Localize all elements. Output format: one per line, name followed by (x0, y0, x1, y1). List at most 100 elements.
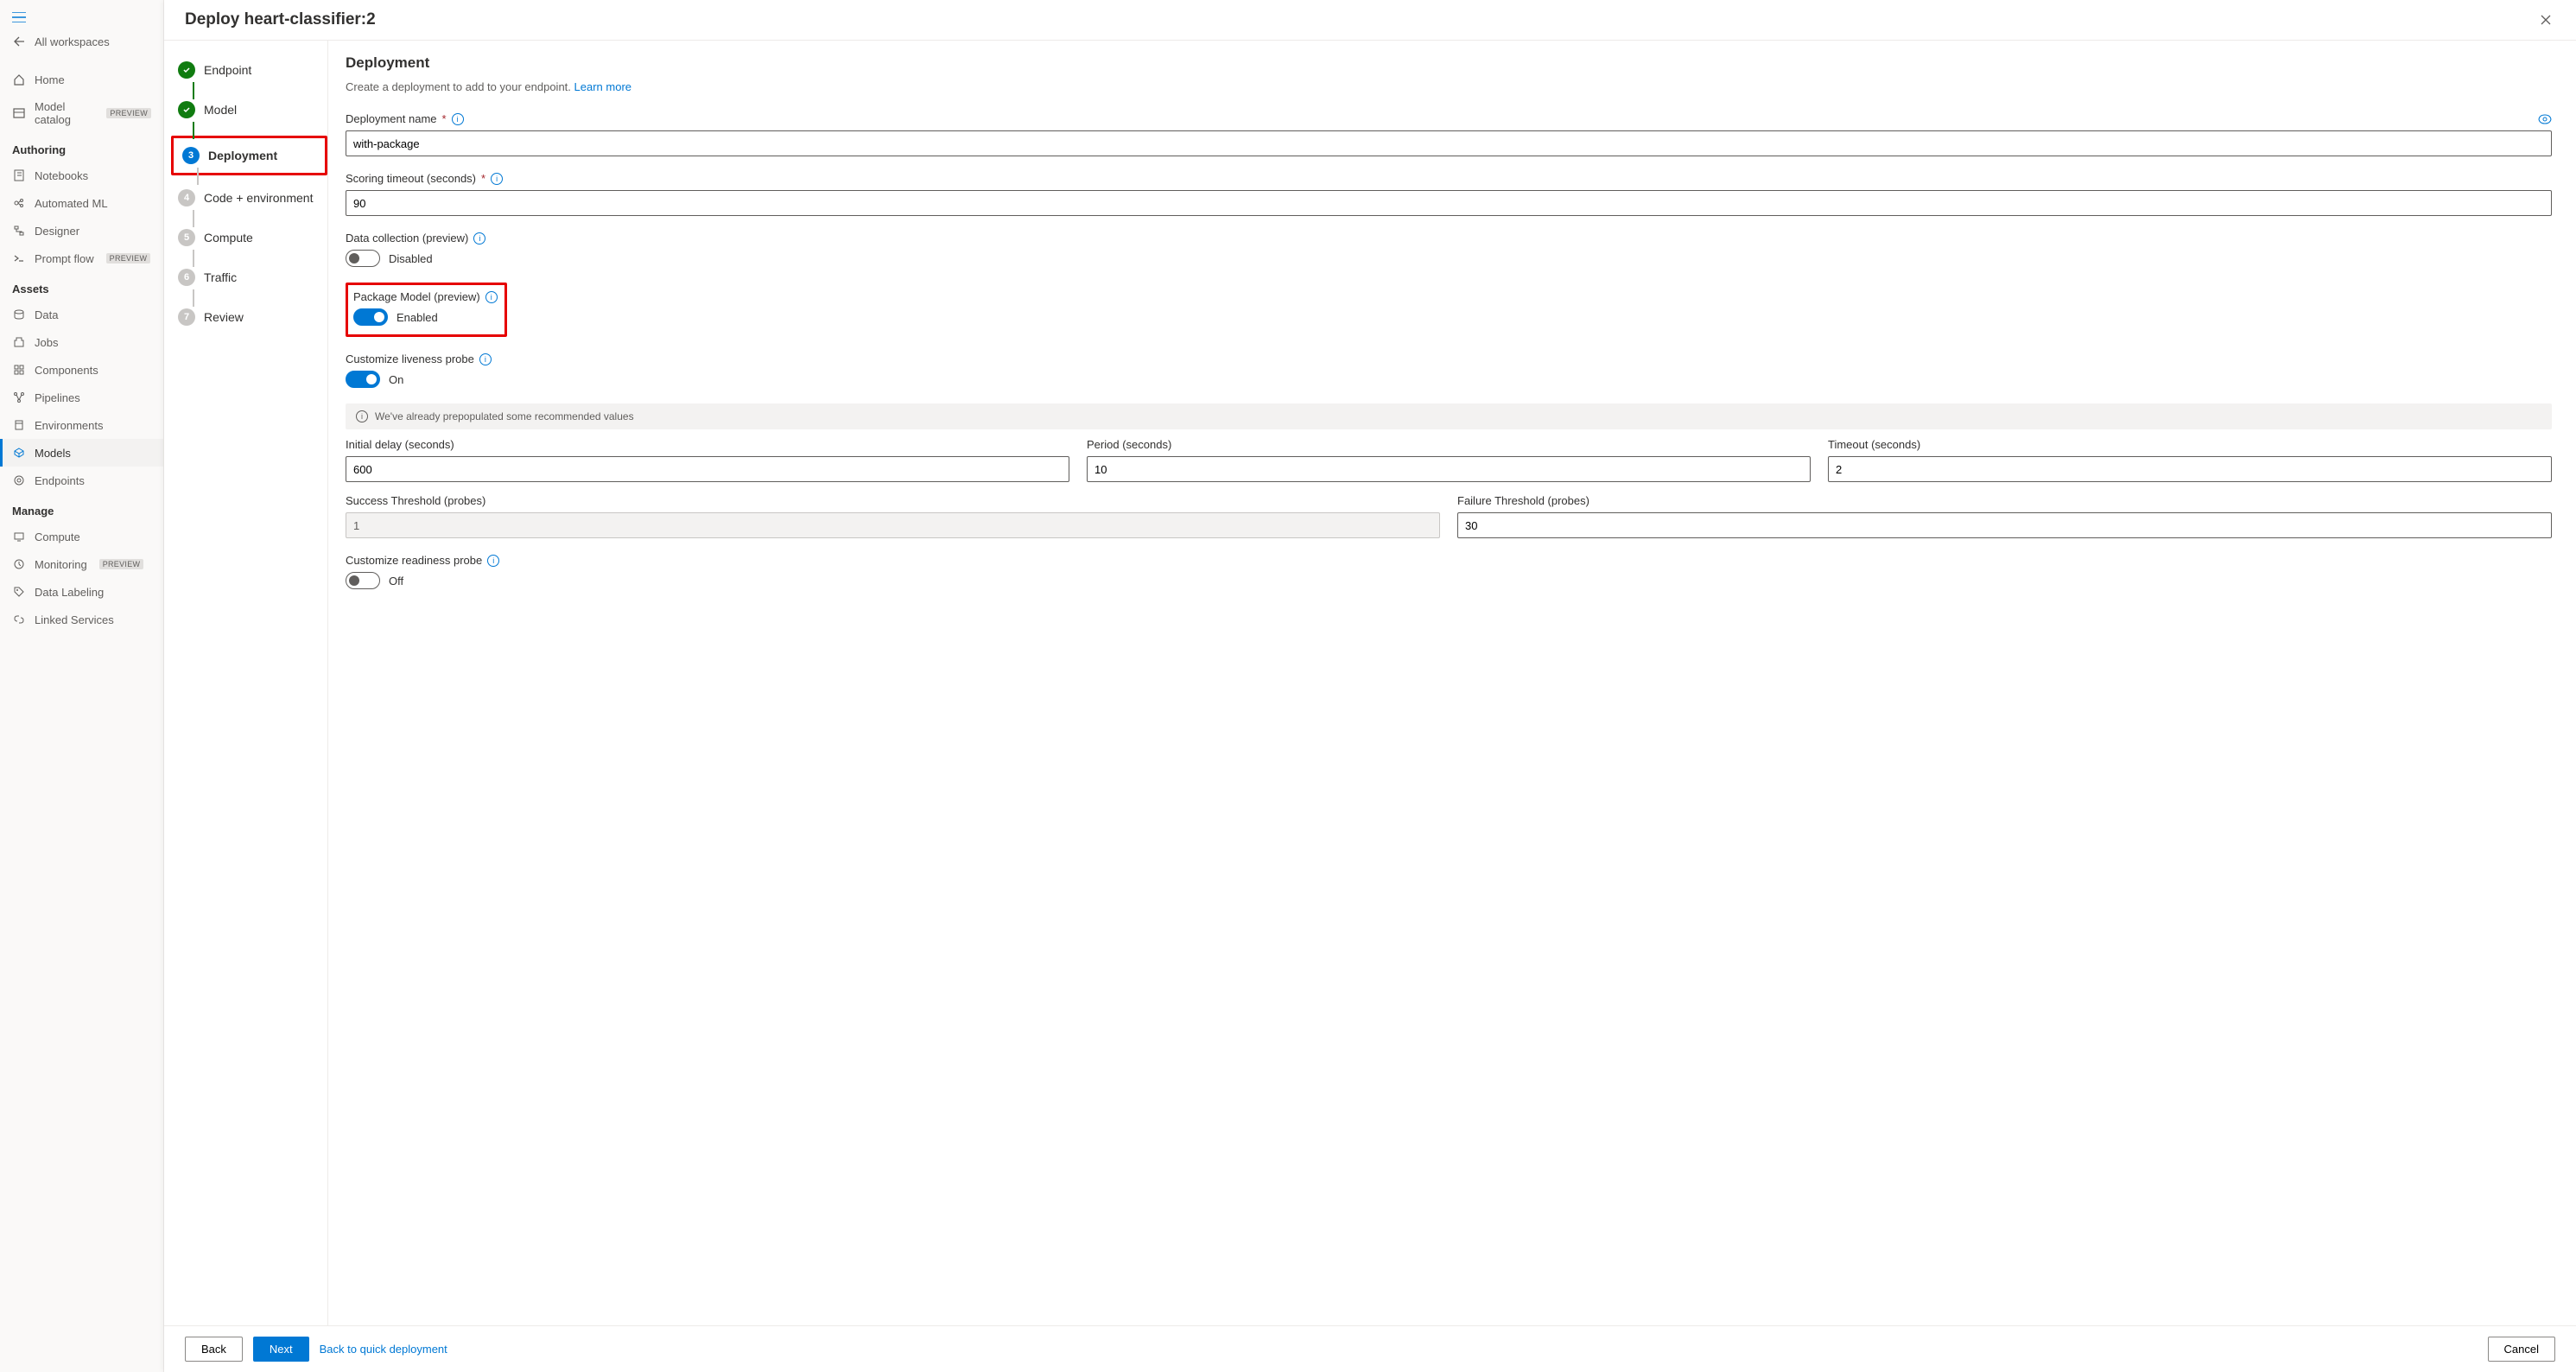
prompt-flow-link[interactable]: Prompt flow PREVIEW (0, 245, 163, 272)
data-collection-toggle[interactable] (346, 250, 380, 267)
scoring-timeout-input[interactable] (346, 190, 2552, 216)
initial-delay-input[interactable] (346, 456, 1069, 482)
preview-badge: PREVIEW (106, 108, 151, 118)
step-code-env[interactable]: 4 Code + environment (174, 184, 327, 212)
info-icon[interactable]: i (487, 555, 499, 567)
check-icon (178, 101, 195, 118)
close-icon (2540, 14, 2552, 26)
prompt-icon (12, 251, 26, 265)
info-icon[interactable]: i (473, 232, 485, 245)
compute-icon (12, 530, 26, 543)
deployment-name-label: Deployment name * i (346, 112, 2552, 125)
home-icon (12, 73, 26, 86)
catalog-icon (12, 106, 26, 120)
nav-label: Data Labeling (35, 586, 104, 599)
label-icon (12, 585, 26, 599)
deploy-panel: Deploy heart-classifier:2 Endpoint Model (164, 0, 2576, 1372)
all-workspaces-link[interactable]: All workspaces (0, 28, 163, 55)
step-review[interactable]: 7 Review (174, 303, 327, 331)
data-labeling-link[interactable]: Data Labeling (0, 578, 163, 606)
info-icon[interactable]: i (491, 173, 503, 185)
step-traffic[interactable]: 6 Traffic (174, 264, 327, 291)
link-icon (12, 613, 26, 626)
cancel-button[interactable]: Cancel (2488, 1337, 2555, 1362)
step-number: 5 (178, 229, 195, 246)
nav-label: Models (35, 447, 71, 460)
environments-link[interactable]: Environments (0, 411, 163, 439)
monitoring-link[interactable]: Monitoring PREVIEW (0, 550, 163, 578)
pipelines-icon (12, 391, 26, 404)
liveness-probe-toggle[interactable] (346, 371, 380, 388)
step-deployment[interactable]: 3 Deployment (179, 142, 320, 169)
components-link[interactable]: Components (0, 356, 163, 384)
liveness-probe-label: Customize liveness probe i (346, 353, 2552, 365)
step-label: Code + environment (204, 191, 313, 205)
package-model-toggle[interactable] (353, 308, 388, 326)
nav-label: Monitoring (35, 558, 87, 571)
preview-badge: PREVIEW (99, 559, 144, 569)
learn-more-link[interactable]: Learn more (574, 80, 631, 93)
step-compute[interactable]: 5 Compute (174, 224, 327, 251)
designer-link[interactable]: Designer (0, 217, 163, 245)
readiness-probe-toggle[interactable] (346, 572, 380, 589)
data-link[interactable]: Data (0, 301, 163, 328)
monitoring-icon (12, 557, 26, 571)
models-link[interactable]: Models (0, 439, 163, 467)
success-threshold-label: Success Threshold (probes) (346, 494, 1440, 507)
section-authoring: Authoring (0, 133, 163, 162)
notebook-icon (12, 168, 26, 182)
automated-ml-link[interactable]: Automated ML (0, 189, 163, 217)
quick-deploy-link[interactable]: Back to quick deployment (320, 1343, 447, 1356)
step-label: Model (204, 103, 237, 117)
timeout-input[interactable] (1828, 456, 2552, 482)
preview-badge: PREVIEW (106, 253, 151, 264)
designer-icon (12, 224, 26, 238)
left-sidebar: All workspaces Home Model catalog PREVIE… (0, 0, 164, 1372)
jobs-link[interactable]: Jobs (0, 328, 163, 356)
section-manage: Manage (0, 494, 163, 523)
step-number: 6 (178, 269, 195, 286)
model-catalog-link[interactable]: Model catalog PREVIEW (0, 93, 163, 133)
pipelines-link[interactable]: Pipelines (0, 384, 163, 411)
nav-label: Notebooks (35, 169, 88, 182)
models-icon (12, 446, 26, 460)
toggle-state-label: Off (389, 575, 403, 588)
panel-title: Deploy heart-classifier:2 (185, 10, 376, 29)
close-button[interactable] (2536, 10, 2555, 29)
nav-label: Automated ML (35, 197, 108, 210)
hamburger-button[interactable] (0, 7, 163, 28)
failure-threshold-input[interactable] (1457, 512, 2552, 538)
package-model-label: Package Model (preview) i (353, 290, 498, 303)
back-button[interactable]: Back (185, 1337, 243, 1362)
info-icon: i (356, 410, 368, 422)
panel-footer: Back Next Back to quick deployment Cance… (164, 1325, 2576, 1372)
automl-icon (12, 196, 26, 210)
initial-delay-label: Initial delay (seconds) (346, 438, 1069, 451)
next-button[interactable]: Next (253, 1337, 309, 1362)
info-icon[interactable]: i (452, 113, 464, 125)
eye-icon[interactable] (2538, 114, 2552, 124)
deployment-name-input[interactable] (346, 130, 2552, 156)
check-icon (178, 61, 195, 79)
step-label: Endpoint (204, 63, 251, 77)
jobs-icon (12, 335, 26, 349)
step-label: Review (204, 310, 244, 324)
info-icon[interactable]: i (479, 353, 492, 365)
home-link[interactable]: Home (0, 66, 163, 93)
data-icon (12, 308, 26, 321)
linked-services-link[interactable]: Linked Services (0, 606, 163, 633)
step-endpoint[interactable]: Endpoint (174, 56, 327, 84)
step-model[interactable]: Model (174, 96, 327, 124)
nav-label: Designer (35, 225, 79, 238)
notebooks-link[interactable]: Notebooks (0, 162, 163, 189)
toggle-state-label: Enabled (397, 311, 438, 324)
endpoints-link[interactable]: Endpoints (0, 467, 163, 494)
info-icon[interactable]: i (485, 291, 498, 303)
nav-label: Jobs (35, 336, 58, 349)
step-label: Deployment (208, 149, 277, 162)
scoring-timeout-label: Scoring timeout (seconds) * i (346, 172, 2552, 185)
readiness-probe-label: Customize readiness probe i (346, 554, 2552, 567)
period-input[interactable] (1087, 456, 1811, 482)
compute-link[interactable]: Compute (0, 523, 163, 550)
nav-label: Components (35, 364, 98, 377)
